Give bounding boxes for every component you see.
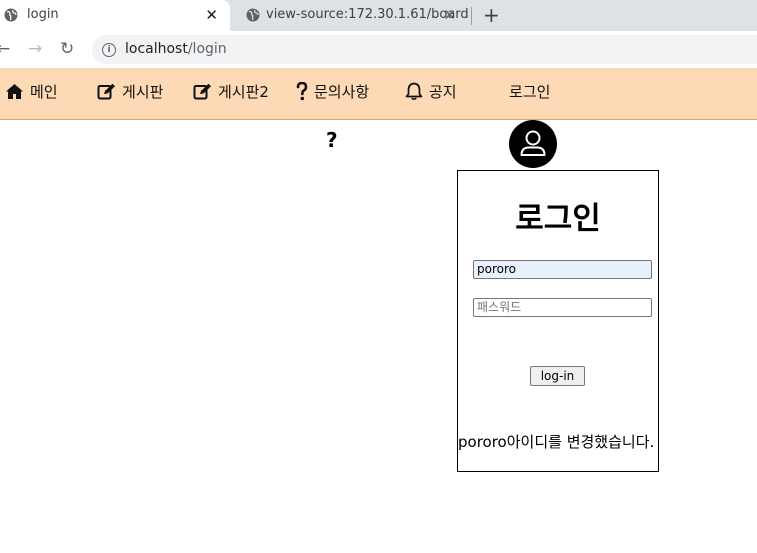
nav-item-main[interactable]: 메인: [5, 81, 58, 102]
nav-item-inquiry[interactable]: 문의사항: [296, 81, 369, 102]
nav-label: 문의사항: [314, 83, 370, 101]
new-tab-icon[interactable]: +: [483, 3, 500, 27]
globe-icon: [246, 8, 260, 22]
nav-item-login[interactable]: 로그인: [509, 81, 550, 102]
tab-login[interactable]: login ✕: [0, 0, 230, 31]
nav-label: 게시판: [122, 83, 164, 101]
globe-icon: [4, 8, 18, 22]
nav-item-board2[interactable]: 게시판2: [193, 81, 269, 102]
site-navbar: 메인 게시판 게시판2 문의사항 공지 로그인: [0, 68, 757, 120]
avatar: [509, 120, 557, 168]
url-text[interactable]: localhost/login: [125, 41, 227, 57]
bell-icon: [405, 82, 423, 101]
address-bar[interactable]: i localhost/login: [92, 35, 757, 64]
nav-label: 공지: [429, 83, 457, 101]
login-form: 로그인 log-in pororo아이디를 변경했습니다.: [457, 170, 659, 472]
question-mark-text: ?: [326, 128, 338, 152]
edit-icon: [97, 83, 115, 100]
nav-label: 메인: [30, 83, 58, 101]
url-host: localhost: [125, 41, 188, 57]
back-icon[interactable]: ←: [0, 39, 10, 59]
home-icon: [6, 84, 23, 99]
user-icon: [520, 130, 546, 156]
login-title: 로그인: [515, 201, 601, 237]
info-icon[interactable]: i: [102, 43, 116, 57]
question-icon: [296, 82, 308, 101]
edit-icon: [193, 83, 211, 100]
status-message: pororo아이디를 변경했습니다.: [458, 433, 655, 451]
browser-tab-strip: login ✕ view-source:172.30.1.61/board ✕ …: [0, 0, 757, 31]
username-field[interactable]: [473, 260, 652, 279]
tab-title: view-source:172.30.1.61/board: [266, 7, 469, 22]
url-path: /login: [187, 41, 227, 57]
login-button[interactable]: log-in: [530, 366, 585, 386]
nav-item-notice[interactable]: 공지: [405, 81, 457, 102]
nav-item-board[interactable]: 게시판: [97, 81, 163, 102]
password-field[interactable]: [473, 298, 652, 317]
browser-toolbar: ← → ↻ i localhost/login: [0, 31, 757, 68]
reload-icon[interactable]: ↻: [60, 39, 74, 59]
tab-title: login: [27, 7, 59, 22]
tab-divider: [471, 7, 472, 25]
nav-label: 게시판2: [218, 83, 269, 101]
tab-view-source[interactable]: view-source:172.30.1.61/board ✕: [234, 0, 469, 31]
nav-label: 로그인: [509, 83, 551, 101]
forward-icon[interactable]: →: [28, 39, 42, 59]
close-tab-icon[interactable]: ✕: [205, 6, 218, 24]
close-tab-icon[interactable]: ✕: [443, 6, 456, 24]
